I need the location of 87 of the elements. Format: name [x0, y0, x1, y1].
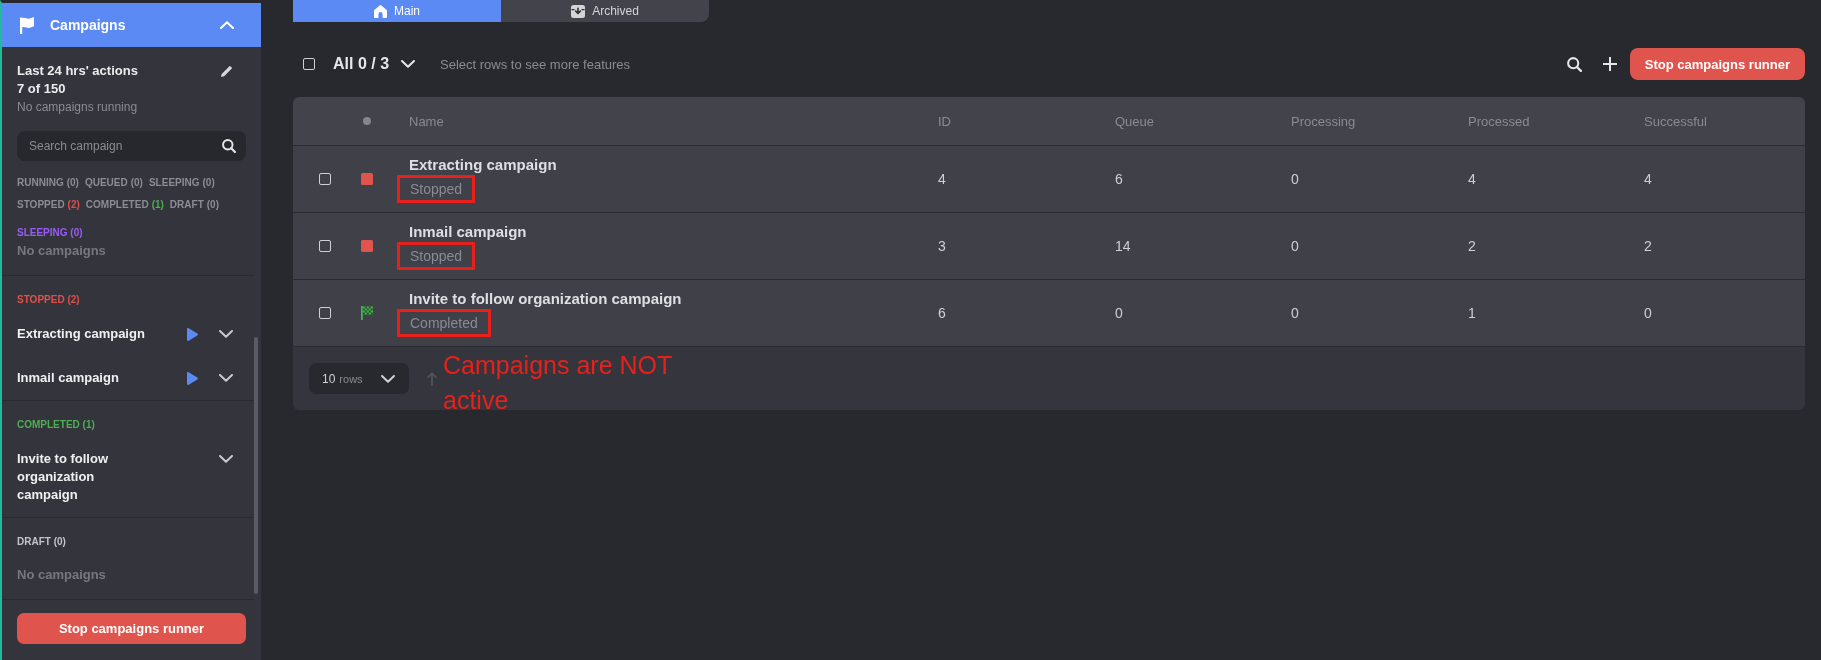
tab[interactable]: Main	[293, 0, 501, 22]
empty-message: No campaigns	[17, 242, 106, 260]
play-icon[interactable]	[187, 327, 198, 341]
column-header[interactable]: Processed	[1468, 113, 1530, 129]
campaign-name[interactable]: Invite to follow organization campaign	[409, 289, 682, 308]
usage-title: Last 24 hrs' actions	[17, 62, 138, 80]
table-cell: 2	[1644, 238, 1652, 254]
filter-label[interactable]: COMPLETED	[85, 194, 149, 216]
column-header[interactable]: Successful	[1644, 113, 1707, 129]
column-header[interactable]: Queue	[1115, 113, 1155, 129]
filter-label[interactable]: QUEUED	[84, 172, 128, 194]
table-cell: 1	[1468, 305, 1476, 321]
status-text: Stopped	[410, 179, 463, 199]
stop-runner-button[interactable]: Stop campaigns runner	[1629, 48, 1805, 80]
group-heading: DRAFT (0)	[17, 535, 66, 549]
group-heading: STOPPED (2)	[17, 293, 80, 307]
stop-icon	[361, 173, 373, 185]
campaign-name[interactable]: Inmail campaign	[17, 369, 151, 387]
table-cell: 0	[1644, 305, 1652, 321]
table-cell: 4	[938, 171, 946, 187]
table-cell: 4	[1468, 171, 1476, 187]
campaign-name[interactable]: Extracting campaign	[409, 155, 557, 174]
search-field[interactable]: Search campaign	[17, 131, 246, 161]
hint-text: Select rows to see more features	[440, 56, 631, 72]
chevron-down-icon	[381, 374, 395, 383]
table-cell: 6	[938, 305, 946, 321]
annotation-text: Campaigns are NOT active	[443, 350, 673, 416]
play-icon[interactable]	[187, 371, 198, 385]
column-header[interactable]: ID	[938, 113, 951, 129]
group-heading: COMPLETED (1)	[17, 418, 95, 432]
filter-count[interactable]: (2)	[67, 194, 80, 216]
checkbox[interactable]	[319, 173, 331, 185]
campaign-name[interactable]: Invite to follow organization campaign	[17, 450, 151, 504]
table-cell: 14	[1115, 238, 1131, 254]
checkbox[interactable]	[319, 240, 331, 252]
table-row[interactable]: Inmail campaign Stopped 3 14 0 2 2	[293, 212, 1805, 279]
stop-runner-button[interactable]: Stop campaigns runner	[17, 613, 246, 644]
selection-dropdown[interactable]: All 0 / 3	[333, 55, 416, 73]
empty-message: No campaigns	[17, 566, 106, 584]
home-icon	[374, 4, 387, 18]
filter-count[interactable]: (0)	[202, 172, 215, 194]
flag-icon	[20, 16, 34, 34]
table-cell: 0	[1291, 305, 1299, 321]
table-cell: 3	[938, 238, 946, 254]
checkbox[interactable]	[319, 307, 331, 319]
section-title: Campaigns	[50, 17, 126, 33]
search-icon[interactable]	[1566, 56, 1582, 72]
chevron-down-icon[interactable]	[219, 374, 233, 382]
filter-label[interactable]: STOPPED	[17, 194, 65, 216]
table-row[interactable]: Extracting campaign Stopped 4 6 0 4 4	[293, 145, 1805, 212]
filter-count[interactable]: (0)	[130, 172, 143, 194]
chevron-down-icon	[401, 60, 416, 68]
table-cell: 6	[1115, 171, 1123, 187]
filter-count[interactable]: (0)	[66, 172, 79, 194]
group-heading: SLEEPING (0)	[17, 226, 83, 240]
table-cell: 0	[1291, 171, 1299, 187]
filter-label[interactable]: SLEEPING	[148, 172, 200, 194]
runner-status: No campaigns running	[17, 99, 138, 116]
select-all-checkbox[interactable]	[303, 58, 315, 70]
campaign-name[interactable]: Inmail campaign	[409, 222, 527, 241]
table-row[interactable]: Invite to follow organization campaign Completed 6 0 0 1 0	[293, 279, 1805, 346]
chevron-down-icon[interactable]	[219, 455, 233, 463]
dot-icon	[363, 117, 371, 125]
column-header[interactable]: Name	[409, 113, 444, 129]
usage-count: 7 of 150	[17, 80, 66, 98]
column-header[interactable]: Processing	[1291, 113, 1356, 129]
status-text: Stopped	[410, 246, 463, 266]
search-icon[interactable]	[222, 139, 236, 153]
table-cell: 4	[1644, 171, 1652, 187]
tab[interactable]: Archived	[501, 0, 709, 22]
page-size-select[interactable]: 10 rows	[309, 363, 409, 394]
filter-count[interactable]: (1)	[151, 194, 164, 216]
filter-count[interactable]: (0)	[206, 194, 219, 216]
plus-icon[interactable]	[1602, 57, 1617, 71]
table-cell: 0	[1115, 305, 1123, 321]
stop-icon	[361, 240, 373, 252]
table-cell: 2	[1468, 238, 1476, 254]
scrollbar-thumb[interactable]	[254, 337, 258, 594]
filter-label[interactable]: RUNNING	[17, 172, 64, 194]
chevron-up-icon[interactable]	[220, 21, 234, 29]
table-cell: 0	[1291, 238, 1299, 254]
checkered-flag-icon	[361, 306, 373, 320]
pencil-icon[interactable]	[221, 65, 232, 77]
filter-label[interactable]: DRAFT	[169, 194, 204, 216]
chevron-down-icon[interactable]	[219, 330, 233, 338]
campaign-name[interactable]: Extracting campaign	[17, 325, 151, 343]
status-text: Completed	[410, 313, 478, 333]
